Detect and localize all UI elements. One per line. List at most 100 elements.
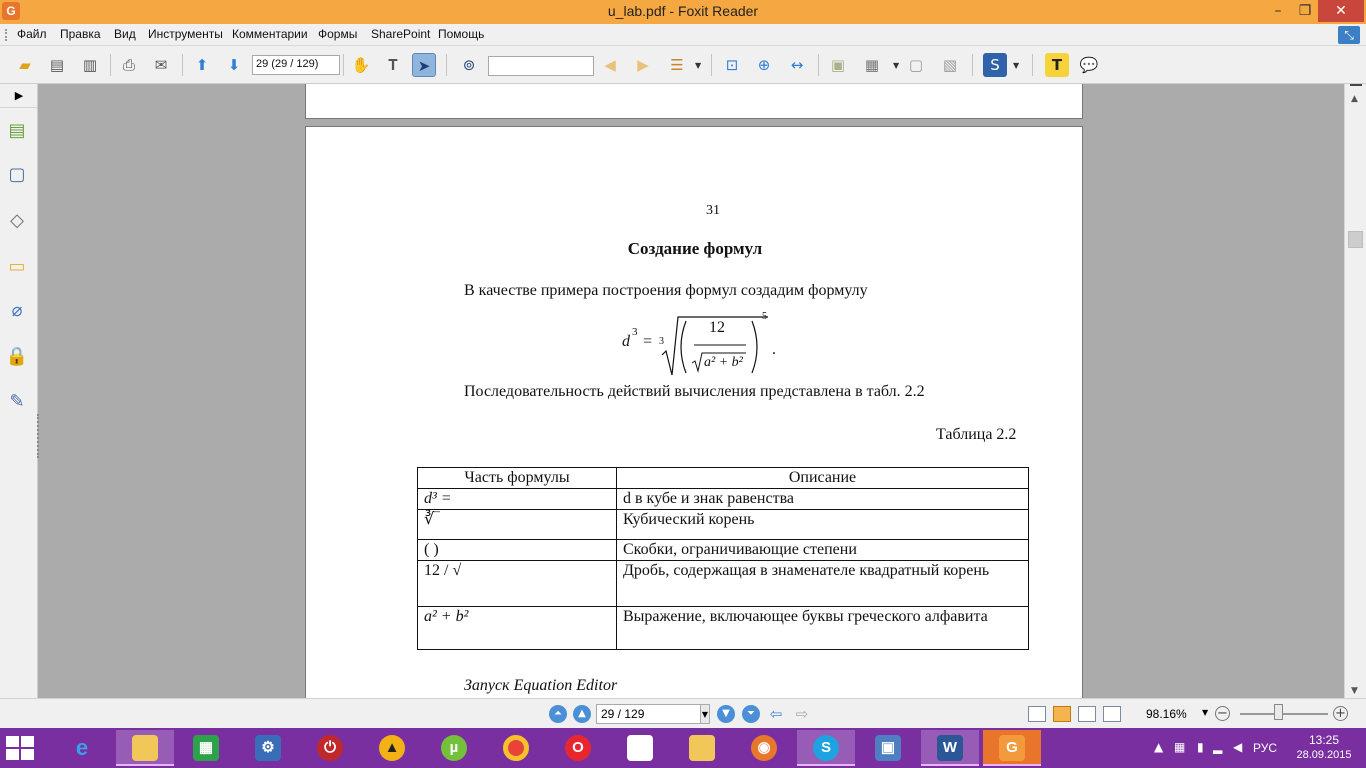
document-view[interactable]: 31 Создание формул В качестве примера по…: [39, 84, 1344, 698]
layers-icon[interactable]: ◇: [5, 208, 29, 234]
split-view-handle[interactable]: [1350, 84, 1362, 92]
start-button[interactable]: [6, 736, 36, 760]
pdf-convert-icon[interactable]: ▦: [860, 53, 884, 77]
taskbar-store[interactable]: ▦: [177, 730, 235, 766]
attachments-icon[interactable]: ⌀: [5, 298, 29, 324]
security-lock-icon[interactable]: 🔒: [5, 344, 29, 370]
scroll-up-icon[interactable]: ▲: [1351, 94, 1358, 104]
menu-file[interactable]: Файл: [17, 27, 47, 41]
scroll-thumb[interactable]: [1348, 231, 1363, 248]
zoom-slider-thumb[interactable]: [1274, 704, 1283, 720]
fit-page-icon[interactable]: ⊕: [752, 53, 776, 77]
zoom-level[interactable]: 98.16%: [1146, 707, 1187, 721]
hand-tool-icon[interactable]: ✋: [349, 53, 373, 77]
taskbar-skype[interactable]: S: [797, 730, 855, 766]
page-number-field[interactable]: 29 (29 / 129): [252, 55, 340, 75]
open-icon[interactable]: ▰: [13, 53, 37, 77]
note-comment-icon[interactable]: 💬: [1077, 53, 1101, 77]
network-signal-icon[interactable]: ▂: [1213, 740, 1222, 754]
pdf-scan-icon[interactable]: ▢: [904, 53, 928, 77]
expand-panel-button[interactable]: ▶: [0, 84, 38, 108]
next-page-icon[interactable]: ⬇: [222, 53, 246, 77]
continuous-facing-view-icon[interactable]: [1103, 706, 1121, 722]
email-icon[interactable]: ✉: [149, 53, 173, 77]
create-pdf-icon[interactable]: ▣: [826, 53, 850, 77]
save-as-icon[interactable]: ▥: [78, 53, 102, 77]
signature-icon[interactable]: ✎: [5, 389, 29, 415]
action-center-icon[interactable]: ▦: [1174, 740, 1185, 754]
taskbar-foxit[interactable]: G: [983, 730, 1041, 766]
taskbar-notepad[interactable]: [611, 730, 669, 766]
scroll-down-icon[interactable]: ▼: [1351, 686, 1358, 696]
previous-page-icon[interactable]: ▲: [573, 705, 591, 723]
menu-forms[interactable]: Формы: [318, 27, 357, 41]
chevron-down-icon[interactable]: ▼: [700, 704, 710, 724]
word-icon: W: [937, 735, 963, 761]
go-forward-icon[interactable]: ⇨: [793, 705, 811, 723]
search-options-icon[interactable]: ☰: [665, 53, 689, 77]
find-previous-icon[interactable]: ◀: [598, 53, 622, 77]
table-cell-desc: Дробь, содержащая в знаменателе квадратн…: [616, 560, 1029, 607]
vertical-scrollbar[interactable]: ▲ ▼: [1344, 84, 1366, 698]
status-page-field[interactable]: 29 / 129: [596, 704, 710, 724]
continuous-view-icon[interactable]: [1053, 706, 1071, 722]
zoom-slider[interactable]: [1240, 713, 1328, 715]
find-binoculars-icon[interactable]: ⊚: [457, 53, 481, 77]
search-input[interactable]: [488, 56, 594, 76]
maximize-button[interactable]: ❐: [1290, 0, 1320, 22]
zoom-out-icon[interactable]: −: [1215, 706, 1230, 721]
pages-thumbnails-icon[interactable]: ▢: [5, 162, 29, 188]
menu-view[interactable]: Вид: [114, 27, 136, 41]
close-button[interactable]: ✕: [1318, 0, 1364, 22]
taskbar-power[interactable]: ⏻: [301, 730, 359, 766]
select-cursor-icon[interactable]: ➤: [412, 53, 436, 77]
clock-date[interactable]: 28.09.2015: [1296, 749, 1352, 761]
fit-width-icon[interactable]: ↔: [785, 53, 809, 77]
clock-time[interactable]: 13:25: [1296, 733, 1352, 747]
menu-edit[interactable]: Правка: [60, 27, 101, 41]
comments-icon[interactable]: ▭: [5, 254, 29, 280]
menu-sharepoint[interactable]: SharePoint: [371, 27, 430, 41]
taskbar-utorrent[interactable]: µ: [425, 730, 483, 766]
minimize-button[interactable]: –: [1263, 0, 1293, 22]
input-language[interactable]: РУС: [1253, 741, 1277, 755]
taskbar-network[interactable]: ▣: [859, 730, 917, 766]
previous-page-icon[interactable]: ⬆: [190, 53, 214, 77]
facing-view-icon[interactable]: [1078, 706, 1096, 722]
tray-expand-icon[interactable]: ▲: [1154, 740, 1163, 754]
bookmarks-icon[interactable]: ▤: [5, 118, 29, 144]
sharepoint-icon[interactable]: S: [983, 53, 1007, 77]
next-page-icon[interactable]: ▼: [717, 705, 735, 723]
zoom-in-icon[interactable]: +: [1333, 706, 1348, 721]
actual-size-icon[interactable]: ⊡: [720, 53, 744, 77]
chevron-down-icon[interactable]: ▼: [695, 61, 701, 70]
restore-pane-icon[interactable]: ⤡: [1338, 26, 1360, 44]
last-page-icon[interactable]: ⏷: [742, 705, 760, 723]
menu-comments[interactable]: Комментарии: [232, 27, 308, 41]
chevron-down-icon[interactable]: ▼: [1202, 708, 1208, 717]
taskbar-folder[interactable]: [673, 730, 731, 766]
taskbar-explorer[interactable]: [116, 730, 174, 766]
save-icon[interactable]: ▤: [45, 53, 69, 77]
print-icon[interactable]: ⎙: [117, 53, 141, 77]
first-page-icon[interactable]: ⏶: [549, 705, 567, 723]
chevron-down-icon[interactable]: ▼: [1013, 61, 1019, 70]
battery-icon[interactable]: ▮: [1197, 740, 1204, 754]
single-page-view-icon[interactable]: [1028, 706, 1046, 722]
select-text-icon[interactable]: 𝐓: [381, 53, 405, 77]
taskbar-word[interactable]: W: [921, 730, 979, 766]
taskbar-control-panel[interactable]: ⚙: [239, 730, 297, 766]
taskbar-aimp[interactable]: ▲: [363, 730, 421, 766]
pdf-combine-icon[interactable]: ▧: [938, 53, 962, 77]
taskbar-chrome[interactable]: [487, 730, 545, 766]
typewriter-icon[interactable]: T: [1045, 53, 1069, 77]
go-back-icon[interactable]: ⇦: [767, 705, 785, 723]
taskbar-firefox[interactable]: ◉: [735, 730, 793, 766]
taskbar-ie[interactable]: e: [53, 730, 111, 766]
volume-icon[interactable]: ◀: [1233, 740, 1242, 754]
taskbar-opera[interactable]: O: [549, 730, 607, 766]
find-next-icon[interactable]: ▶: [631, 53, 655, 77]
chevron-down-icon[interactable]: ▼: [893, 61, 899, 70]
menu-help[interactable]: Помощь: [438, 27, 484, 41]
menu-tools[interactable]: Инструменты: [148, 27, 223, 41]
